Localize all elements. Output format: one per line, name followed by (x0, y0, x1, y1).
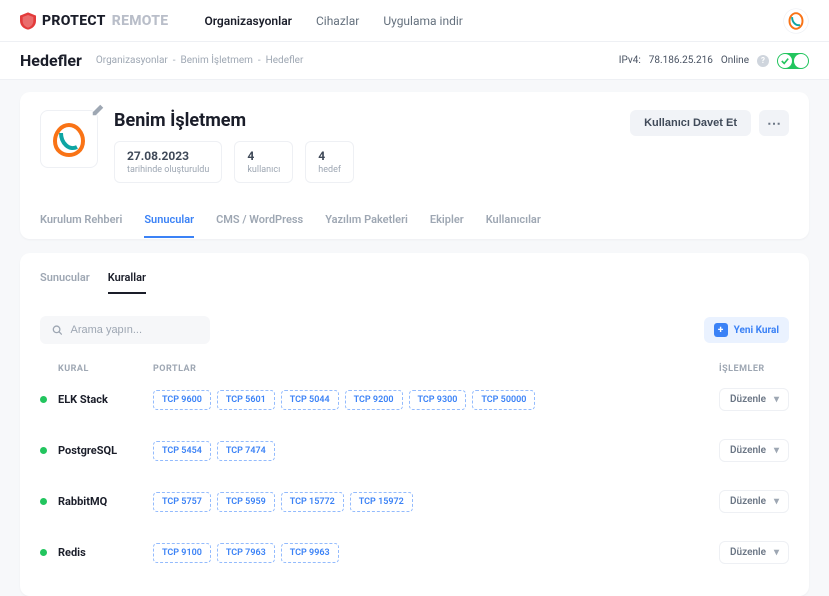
col-ports: PORTLAR (153, 364, 719, 374)
rule-name: ELK Stack (58, 393, 153, 406)
tab-sunucular[interactable]: Sunucular (144, 203, 194, 238)
edit-label: Düzenle (730, 496, 766, 507)
shield-icon (20, 12, 36, 30)
port-tag[interactable]: TCP 5601 (217, 390, 275, 410)
org-logo-icon (49, 119, 89, 159)
edit-icon[interactable] (92, 104, 104, 116)
subheader: Hedefler Organizasyonlar - Benim İşletme… (0, 42, 829, 80)
table-row: PostgreSQLTCP 5454 TCP 7474 Düzenle ▾ (40, 425, 789, 476)
stat-created: 27.08.2023 tarihinde oluşturuldu (114, 141, 222, 183)
rule-name: RabbitMQ (58, 495, 153, 508)
stat-targets: 4 hedef (305, 141, 354, 183)
subtab-kurallar[interactable]: Kurallar (108, 271, 146, 294)
ipv4-label: IPv4: (619, 55, 641, 66)
org-avatar-wrap (40, 110, 98, 168)
stat-users: 4 kullanıcı (234, 141, 293, 183)
user-avatar[interactable] (783, 8, 809, 34)
search-input[interactable] (70, 324, 198, 336)
tab-cms-wordpress[interactable]: CMS / WordPress (216, 203, 303, 238)
plus-icon: + (714, 323, 728, 337)
port-tag[interactable]: TCP 7474 (217, 441, 275, 461)
edit-dropdown[interactable]: Düzenle ▾ (719, 388, 789, 411)
org-avatar (40, 110, 98, 168)
breadcrumb: Organizasyonlar - Benim İşletmem - Hedef… (96, 55, 303, 66)
search-icon (52, 324, 62, 336)
table-row: RabbitMQTCP 5757 TCP 5959 TCP 15772 TCP 159… (40, 476, 789, 527)
more-button[interactable]: ⋯ (759, 110, 789, 136)
edit-label: Düzenle (730, 445, 766, 456)
rules-subtabs: Sunucular Kurallar (40, 271, 789, 294)
crumb-organizations[interactable]: Organizasyonlar (96, 55, 168, 66)
topbar: PROTECT REMOTE Organizasyonlar Cihazlar U… (0, 0, 829, 42)
check-icon (781, 57, 789, 65)
tab-ekipler[interactable]: Ekipler (430, 203, 464, 238)
tab-yaz-l-m-paketleri[interactable]: Yazılım Paketleri (325, 203, 408, 238)
org-name: Benim İşletmem (114, 110, 614, 131)
port-tag[interactable]: TCP 5757 (153, 492, 211, 512)
tab-kurulum-rehberi[interactable]: Kurulum Rehberi (40, 203, 122, 238)
crumb-current: Hedefler (266, 55, 304, 66)
edit-dropdown[interactable]: Düzenle ▾ (719, 490, 789, 513)
nav-download[interactable]: Uygulama indir (383, 14, 463, 28)
edit-label: Düzenle (730, 394, 766, 405)
help-icon[interactable]: ? (757, 55, 769, 67)
port-tag[interactable]: TCP 5959 (217, 492, 275, 512)
subtab-sunucular[interactable]: Sunucular (40, 271, 90, 294)
connection-toggle[interactable] (777, 53, 809, 69)
tab-kullan-c-lar[interactable]: Kullanıcılar (486, 203, 541, 238)
port-tag[interactable]: TCP 15772 (281, 492, 344, 512)
search-box[interactable] (40, 316, 210, 344)
top-nav: Organizasyonlar Cihazlar Uygulama indir (204, 14, 462, 28)
port-tag[interactable]: TCP 50000 (472, 390, 535, 410)
col-rule: KURAL (58, 364, 153, 374)
table-row: ELK StackTCP 9600 TCP 5601 TCP 5044 TCP 920… (40, 374, 789, 425)
ipv4-value: 78.186.25.216 (649, 55, 713, 66)
port-tag[interactable]: TCP 9200 (345, 390, 403, 410)
online-label: Online (721, 55, 749, 66)
rules-card: Sunucular Kurallar + Yeni Kural KURAL POR… (20, 253, 809, 596)
port-tag[interactable]: TCP 15972 (350, 492, 413, 512)
chevron-down-icon: ▾ (774, 496, 779, 507)
port-tag[interactable]: TCP 5454 (153, 441, 211, 461)
port-tag[interactable]: TCP 5044 (281, 390, 339, 410)
rule-name: PostgreSQL (58, 444, 153, 457)
page-title: Hedefler (20, 51, 82, 70)
chevron-down-icon: ▾ (774, 445, 779, 456)
status-area: IPv4: 78.186.25.216 Online ? (619, 53, 809, 69)
nav-organizations[interactable]: Organizasyonlar (204, 14, 292, 28)
port-tag[interactable]: TCP 9600 (153, 390, 211, 410)
crumb-org-name[interactable]: Benim İşletmem (180, 55, 252, 66)
new-rule-button[interactable]: + Yeni Kural (704, 317, 789, 343)
edit-dropdown[interactable]: Düzenle ▾ (719, 439, 789, 462)
org-tabs: Kurulum Rehberi Sunucular CMS / WordPress Y… (40, 203, 789, 239)
brand-logo[interactable]: PROTECT REMOTE (20, 12, 168, 30)
status-dot (40, 498, 47, 505)
status-dot (40, 447, 47, 454)
organization-card: Benim İşletmem 27.08.2023 tarihinde oluş… (20, 92, 809, 239)
brand-text-a: PROTECT (42, 13, 106, 29)
status-dot (40, 396, 47, 403)
invite-user-button[interactable]: Kullanıcı Davet Et (630, 110, 751, 136)
brand-text-b: REMOTE (112, 13, 169, 29)
nav-devices[interactable]: Cihazlar (316, 14, 359, 28)
table-header: KURAL PORTLAR İŞLEMLER (40, 364, 789, 374)
col-actions: İŞLEMLER (719, 364, 789, 374)
chevron-down-icon: ▾ (774, 394, 779, 405)
port-tag[interactable]: TCP 9300 (409, 390, 467, 410)
